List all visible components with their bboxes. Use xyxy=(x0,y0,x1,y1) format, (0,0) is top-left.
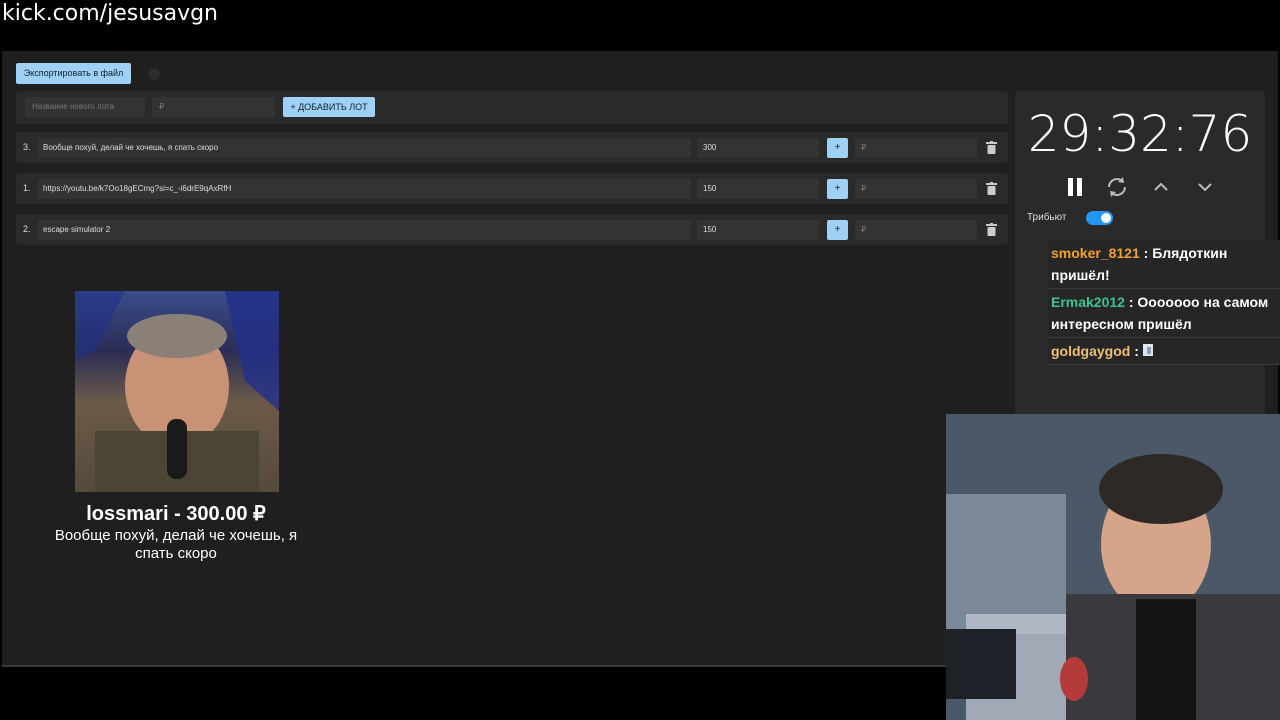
winner-description: Вообще похуй, делай че хочешь, я спать с… xyxy=(54,527,298,562)
lot-name-input[interactable]: Вообще похуй, делай че хочешь, я спать с… xyxy=(38,138,691,158)
emote-icon xyxy=(1142,344,1153,356)
theme-toggle[interactable] xyxy=(148,68,160,80)
timer-display: 29:32:76 xyxy=(1027,105,1253,163)
trash-icon[interactable] xyxy=(986,182,997,195)
lot-add-amount-button[interactable]: + xyxy=(827,138,848,158)
chat-message: Ermak2012 : Ооооооо на самом интересном … xyxy=(1048,289,1280,338)
lot-rank: 3. xyxy=(23,142,31,152)
lot-rank: 2. xyxy=(23,224,31,234)
lot-row: 1. https://youtu.be/k7Oo18gECmg?si=c_-i6… xyxy=(16,173,1008,204)
chat-separator: : xyxy=(1139,245,1153,261)
chevron-down-icon[interactable] xyxy=(1193,175,1217,199)
chevron-up-icon[interactable] xyxy=(1149,175,1173,199)
lot-row: 3. Вообще похуй, делай че хочешь, я спат… xyxy=(16,132,1008,163)
add-lot-button[interactable]: + ДОБАВИТЬ ЛОТ xyxy=(283,97,375,117)
chat-separator: : xyxy=(1124,294,1138,310)
winner-title: lossmari - 300.00 ₽ xyxy=(86,503,266,525)
winner-image xyxy=(75,291,279,492)
tribute-toggle[interactable] xyxy=(1086,211,1113,225)
chat-message: goldgaygod : xyxy=(1048,338,1280,365)
tribute-label: Трибьют xyxy=(1027,212,1067,223)
chat-message: smoker_8121 : Блядоткин пришёл! xyxy=(1048,240,1280,289)
lot-amount-input[interactable]: 150 xyxy=(697,220,819,240)
channel-watermark: kick.com/jesusavgn xyxy=(2,1,219,26)
chat-username: Ermak2012 xyxy=(1051,294,1125,310)
lot-name-input[interactable]: https://youtu.be/k7Oo18gECmg?si=c_-i6drE… xyxy=(38,179,691,199)
reset-icon[interactable] xyxy=(1105,175,1129,199)
lot-add-amount-input[interactable]: ₽ xyxy=(855,138,977,158)
lot-amount-input[interactable]: 300 xyxy=(697,138,819,158)
new-lot-row: Название нового лота ₽ + ДОБАВИТЬ ЛОТ xyxy=(16,91,1008,124)
webcam-overlay xyxy=(946,414,1280,720)
lot-add-amount-input[interactable]: ₽ xyxy=(855,220,977,240)
new-lot-name-input[interactable]: Название нового лота xyxy=(25,97,145,117)
export-button[interactable]: Экспортировать в файл xyxy=(16,63,131,84)
new-lot-amount-input[interactable]: ₽ xyxy=(152,97,275,117)
chat-separator: : xyxy=(1130,343,1143,359)
lot-add-amount-button[interactable]: + xyxy=(827,179,848,199)
lot-row: 2. escape simulator 2 150 + ₽ xyxy=(16,214,1008,245)
chat-username: smoker_8121 xyxy=(1051,245,1140,261)
lot-add-amount-button[interactable]: + xyxy=(827,220,848,240)
chat-username: goldgaygod xyxy=(1051,343,1131,359)
lot-name-input[interactable]: escape simulator 2 xyxy=(38,220,691,240)
lot-rank: 1. xyxy=(23,183,31,193)
pause-icon[interactable] xyxy=(1063,175,1087,199)
lot-amount-input[interactable]: 150 xyxy=(697,179,819,199)
trash-icon[interactable] xyxy=(986,141,997,154)
chat-overlay: smoker_8121 : Блядоткин пришёл! Ermak201… xyxy=(1048,240,1280,365)
lot-add-amount-input[interactable]: ₽ xyxy=(855,179,977,199)
trash-icon[interactable] xyxy=(986,223,997,236)
